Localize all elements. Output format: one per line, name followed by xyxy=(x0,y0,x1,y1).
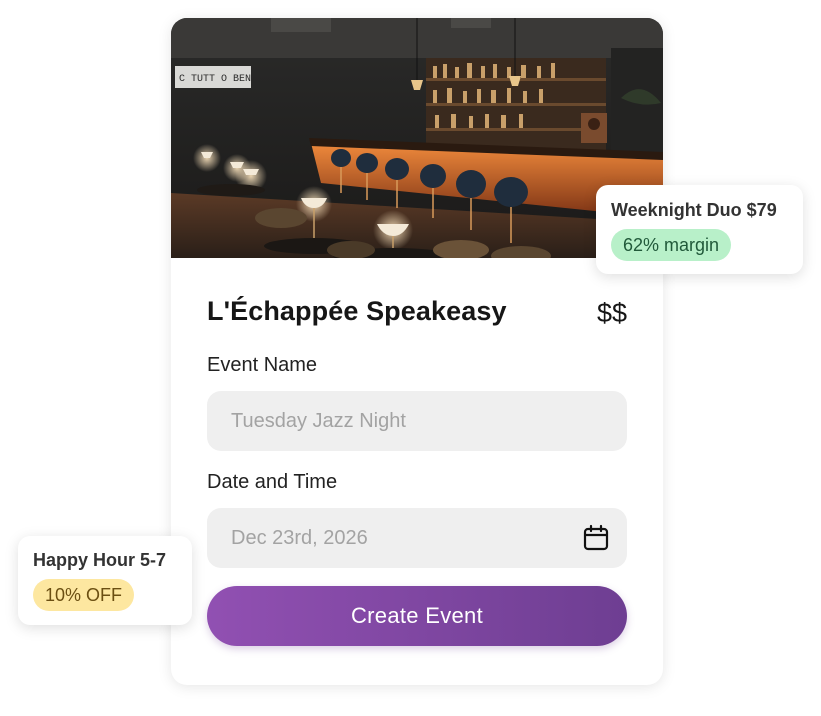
hero-sign-text: C TUTT O BEN xyxy=(179,74,251,85)
event-name-input[interactable]: Tuesday Jazz Night xyxy=(207,391,627,451)
promo-title: Happy Hour 5-7 xyxy=(33,550,167,570)
promo-card-weeknight: Weeknight Duo $79 62% margin xyxy=(596,185,803,274)
date-time-placeholder: Dec 23rd, 2026 xyxy=(231,526,368,549)
event-name-placeholder: Tuesday Jazz Night xyxy=(231,409,406,432)
event-card: C TUTT O BEN L'Échappée Speakeasy $$ Eve… xyxy=(171,18,663,685)
venue-name: L'Échappée Speakeasy xyxy=(207,296,507,326)
date-time-input[interactable]: Dec 23rd, 2026 xyxy=(207,508,627,568)
discount-badge: 10% OFF xyxy=(33,579,135,611)
price-level: $$ xyxy=(596,298,627,328)
venue-photo: C TUTT O BEN xyxy=(171,18,663,258)
promo-card-happy-hour: Happy Hour 5-7 10% OFF xyxy=(18,536,192,625)
event-name-label: Event Name xyxy=(207,354,318,376)
calendar-icon[interactable] xyxy=(582,524,610,552)
page: C TUTT O BEN L'Échappée Speakeasy $$ Eve… xyxy=(0,0,821,716)
create-event-button[interactable]: Create Event xyxy=(207,586,627,646)
margin-badge: 62% margin xyxy=(611,229,732,261)
date-time-label: Date and Time xyxy=(207,471,338,493)
promo-title: Weeknight Duo $79 xyxy=(611,200,777,220)
